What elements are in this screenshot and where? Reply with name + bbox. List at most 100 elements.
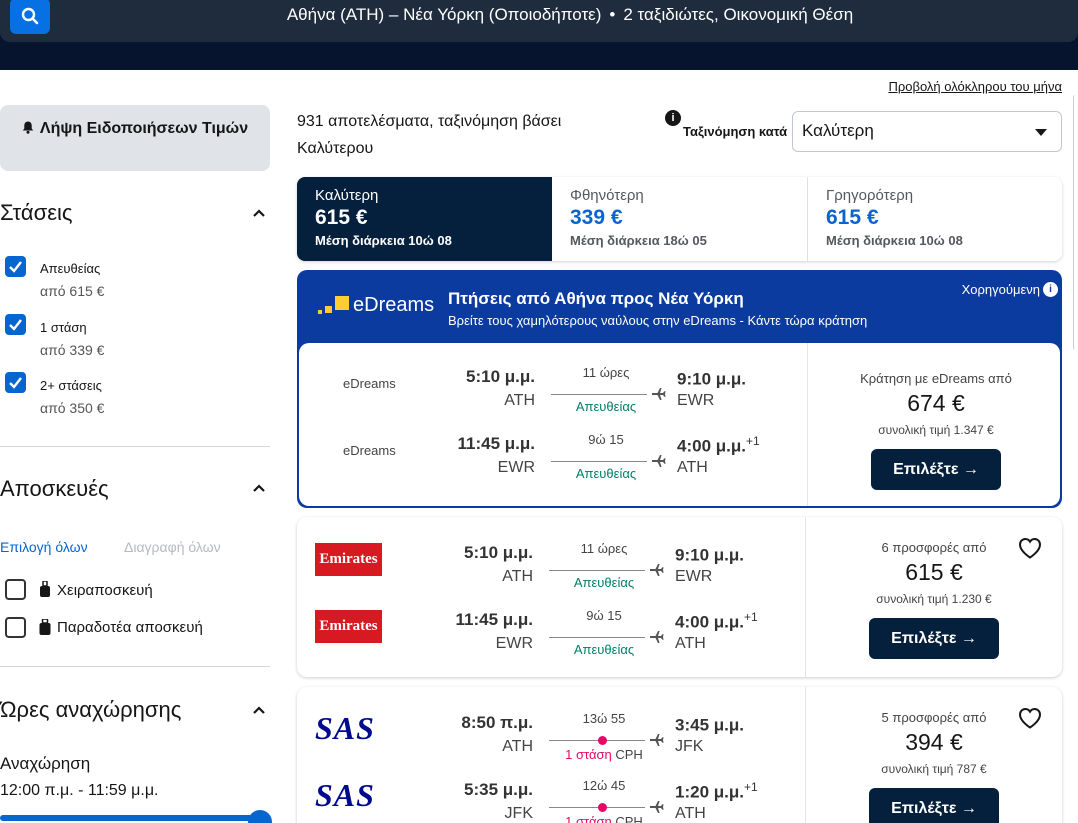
logo-dot [335,296,349,310]
sort-value: Καλύτερη [802,121,874,140]
tab-name: Καλύτερη [315,187,379,204]
tab-best[interactable]: Καλύτερη 615 € Μέση διάρκεια 10ώ 08 [297,177,552,261]
departure-airport: ATH [502,738,533,755]
via-airport: CPH [615,747,643,762]
departure-airport: EWR [497,459,535,476]
arrival-airport: EWR [675,568,713,585]
flight-duration: 9ώ 15 [588,432,624,447]
arrival-time: 4:00 μ.μ.+1 [675,610,758,633]
tab-fastest[interactable]: Γρηγορότερη 615 € Μέση διάρκεια 10ώ 08 [808,177,1062,261]
tab-name: Φθηνότερη [570,187,644,204]
side-panel-edge [1073,95,1078,350]
flight-leg: Emirates 5:10 μ.μ. ATH 11 ώρες Απευθείας… [297,537,805,597]
stops-direct-checkbox[interactable] [5,256,26,277]
tab-price: 615 € [315,206,368,229]
tab-price: 615 € [826,206,879,229]
carry-on-label: Χειραποσκευή [57,582,153,599]
stops-two-plus-checkbox[interactable] [5,372,26,393]
chevron-up-icon[interactable] [252,208,266,218]
stops-one-checkbox[interactable] [5,314,26,335]
route-line [549,807,645,808]
select-button[interactable]: Επιλέξτε → [871,449,1001,490]
route-line [549,637,645,638]
route-line [551,461,647,462]
stops-two-plus-label: 2+ στάσεις [40,378,102,393]
price: 674 € [907,390,965,416]
offers-text: 6 προσφορές από [881,540,987,555]
tab-duration: Μέση διάρκεια 10ώ 08 [826,233,963,248]
arrival-time: 9:10 μ.μ. [675,543,744,566]
flight-card[interactable]: SAS 8:50 π.μ. ATH 13ώ 55 1 στάση CPH 3:4… [297,687,1062,823]
flight-duration: 12ώ 45 [582,778,626,793]
carrier-name: eDreams [343,443,396,458]
departure-airport: EWR [495,635,533,652]
stops-info: Απευθείας [573,575,635,590]
arrival-time-text: 9:10 μ.μ. [677,369,746,389]
ad-flight-card[interactable]: eDreams 5:10 μ.μ. ATH 11 ώρες Απευθείας … [299,343,1060,506]
separator-dot: • [609,5,616,24]
day-offset: +1 [746,434,760,448]
flight-card[interactable]: Emirates 5:10 μ.μ. ATH 11 ώρες Απευθείας… [297,517,1062,677]
arrival-airport: JFK [675,738,704,755]
chevron-up-icon[interactable] [252,483,266,493]
divider [0,446,270,447]
logo-dot [325,306,332,313]
carry-on-checkbox[interactable] [5,579,26,600]
select-all-link[interactable]: Επιλογή όλων [0,539,88,555]
arrival-time-text: 1:20 μ.μ. [675,782,744,802]
route-line [549,740,645,741]
stops-one-label: 1 στάση [40,320,87,335]
check-icon [9,377,22,389]
sponsored-ad[interactable]: eDreams Πτήσεις από Αθήνα προς Νέα Υόρκη… [297,270,1062,508]
tab-duration: Μέση διάρκεια 18ώ 05 [570,233,707,248]
select-button[interactable]: Επιλέξτε → [869,618,999,659]
departure-airport: ATH [504,392,535,409]
arrival-time-text: 4:00 μ.μ. [675,612,744,632]
departure-time: 11:45 μ.μ. [455,610,533,629]
stops-info: 1 στάση CPH [549,814,659,823]
sponsored-label[interactable]: Χορηγούμενη i [961,282,1058,297]
stops-info: 1 στάση CPH [549,747,659,762]
departure-time-slider[interactable] [0,810,272,823]
carrier-name: eDreams [343,376,396,391]
price-alert-label: Λήψη Ειδοποιήσεων Τιμών [39,120,249,137]
sponsored-text: Χορηγούμενη [961,282,1040,297]
total-price: συνολική τιμή 1.347 € [878,423,994,437]
stops-count: 1 στάση [565,814,612,823]
flight-duration: 13ώ 55 [582,711,626,726]
arrival-airport: ATH [675,805,706,822]
arrival-airport: ATH [675,635,706,652]
day-offset: +1 [744,780,758,794]
tab-price: 339 € [570,206,623,229]
sort-select[interactable]: Καλύτερη [792,111,1062,152]
offers-text: Κράτηση με eDreams από [860,371,1012,386]
stops-count: 1 στάση [565,747,612,762]
price-box: Κράτηση με eDreams από 674 € συνολική τι… [808,371,1064,490]
select-button[interactable]: Επιλέξτε → [869,788,999,823]
price: 615 € [905,559,963,585]
price-box: 5 προσφορές από 394 € συνολική τιμή 787 … [806,710,1062,823]
checked-bag-checkbox[interactable] [5,617,26,638]
info-icon[interactable]: i [665,110,681,126]
top-bar: Αθήνα (ATH) – Νέα Υόρκη (Οποιοδήποτε) • 2 … [0,0,1078,70]
departure-times-heading[interactable]: Ώρες αναχώρησης [0,697,181,723]
tab-cheapest[interactable]: Φθηνότερη 339 € Μέση διάρκεια 18ώ 05 [552,177,807,261]
search-summary-bar[interactable]: Αθήνα (ATH) – Νέα Υόρκη (Οποιοδήποτε) • 2 … [0,0,1078,42]
stops-heading[interactable]: Στάσεις [0,200,73,226]
arrival-time: 9:10 μ.μ. [677,367,746,390]
chevron-up-icon[interactable] [252,705,266,715]
sas-logo: SAS [315,777,375,813]
view-whole-month-link[interactable]: Προβολή ολόκληρου του μήνα [888,79,1062,94]
bell-icon [22,121,34,134]
check-icon [9,261,22,273]
edreams-logo: eDreams [315,292,435,318]
baggage-heading[interactable]: Αποσκευές [0,476,109,502]
stops-direct-label: Απευθείας [40,261,101,276]
price-alert-button[interactable]: Λήψη Ειδοποιήσεων Τιμών [0,105,270,171]
arrival-time: 3:45 μ.μ. [675,713,744,736]
plane-icon [650,801,664,813]
stops-info: Απευθείας [575,399,637,414]
clear-all-link[interactable]: Διαγραφή όλων [124,539,221,555]
sort-label: Ταξινόμηση κατά [683,124,788,139]
checked-bag-icon [39,619,51,635]
